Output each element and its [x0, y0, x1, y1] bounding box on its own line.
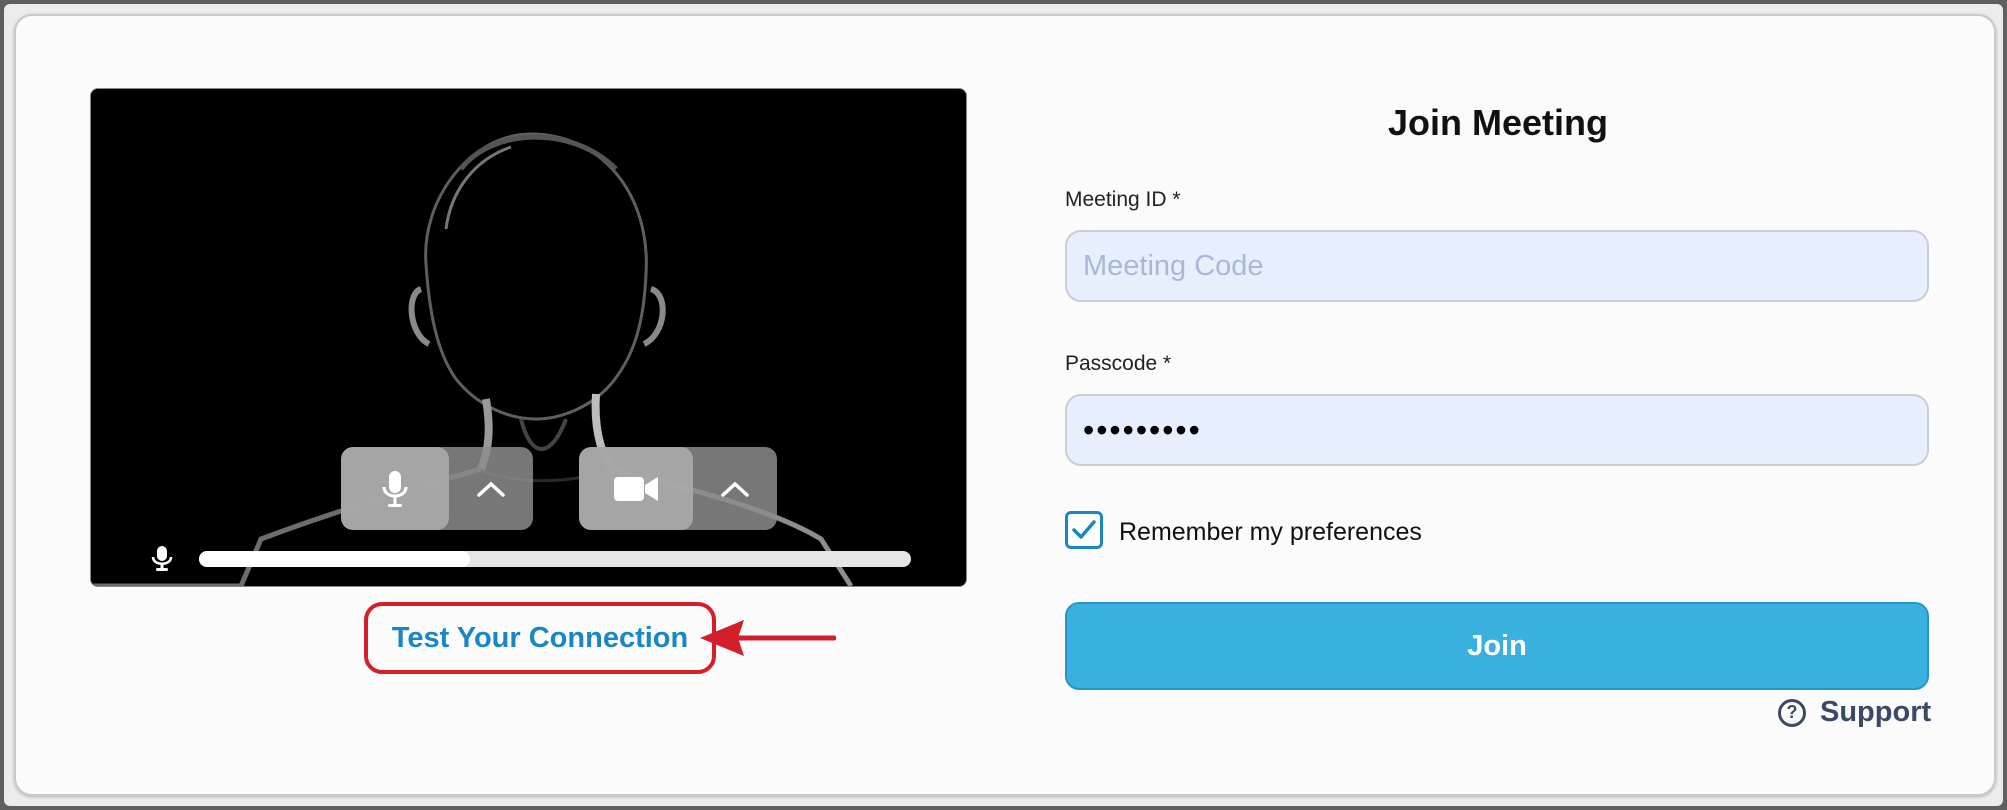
join-card: Test Your Connection Join Meeting Meetin… [14, 14, 1996, 796]
meeting-id-input[interactable] [1065, 230, 1929, 302]
mic-level-track [199, 551, 911, 567]
mic-level-meter [149, 545, 929, 571]
join-button-label: Join [1467, 629, 1527, 662]
microphone-icon [151, 546, 173, 571]
video-camera-icon [614, 476, 658, 501]
meeting-id-label: Meeting ID * [1065, 188, 1181, 211]
chevron-up-icon [721, 481, 749, 497]
remember-checkbox[interactable] [1065, 511, 1103, 549]
help-circle-icon: ? [1778, 698, 1806, 727]
test-connection-link[interactable]: Test Your Connection [364, 602, 716, 674]
mute-mic-button[interactable] [341, 447, 449, 530]
camera-options-button[interactable] [693, 447, 777, 530]
page-title: Join Meeting [1387, 102, 1608, 143]
camera-preview [90, 88, 967, 587]
toggle-camera-button[interactable] [579, 447, 693, 530]
passcode-label: Passcode * [1065, 352, 1172, 375]
remember-label[interactable]: Remember my preferences [1119, 518, 1422, 547]
chevron-up-icon [477, 481, 505, 497]
mic-options-button[interactable] [449, 447, 533, 530]
support-label: Support [1820, 696, 1932, 728]
test-connection-label: Test Your Connection [391, 621, 689, 654]
join-button[interactable]: Join [1065, 602, 1929, 690]
microphone-icon [382, 470, 408, 507]
mic-level-fill [199, 551, 470, 567]
support-link[interactable]: ? Support [1778, 696, 1931, 729]
mic-control-group [341, 447, 533, 530]
passcode-input[interactable] [1065, 394, 1929, 466]
app-window: Test Your Connection Join Meeting Meetin… [4, 4, 2003, 806]
camera-control-group [579, 447, 777, 530]
annotation-arrow-icon [700, 620, 836, 656]
checkmark-icon [1072, 520, 1096, 539]
